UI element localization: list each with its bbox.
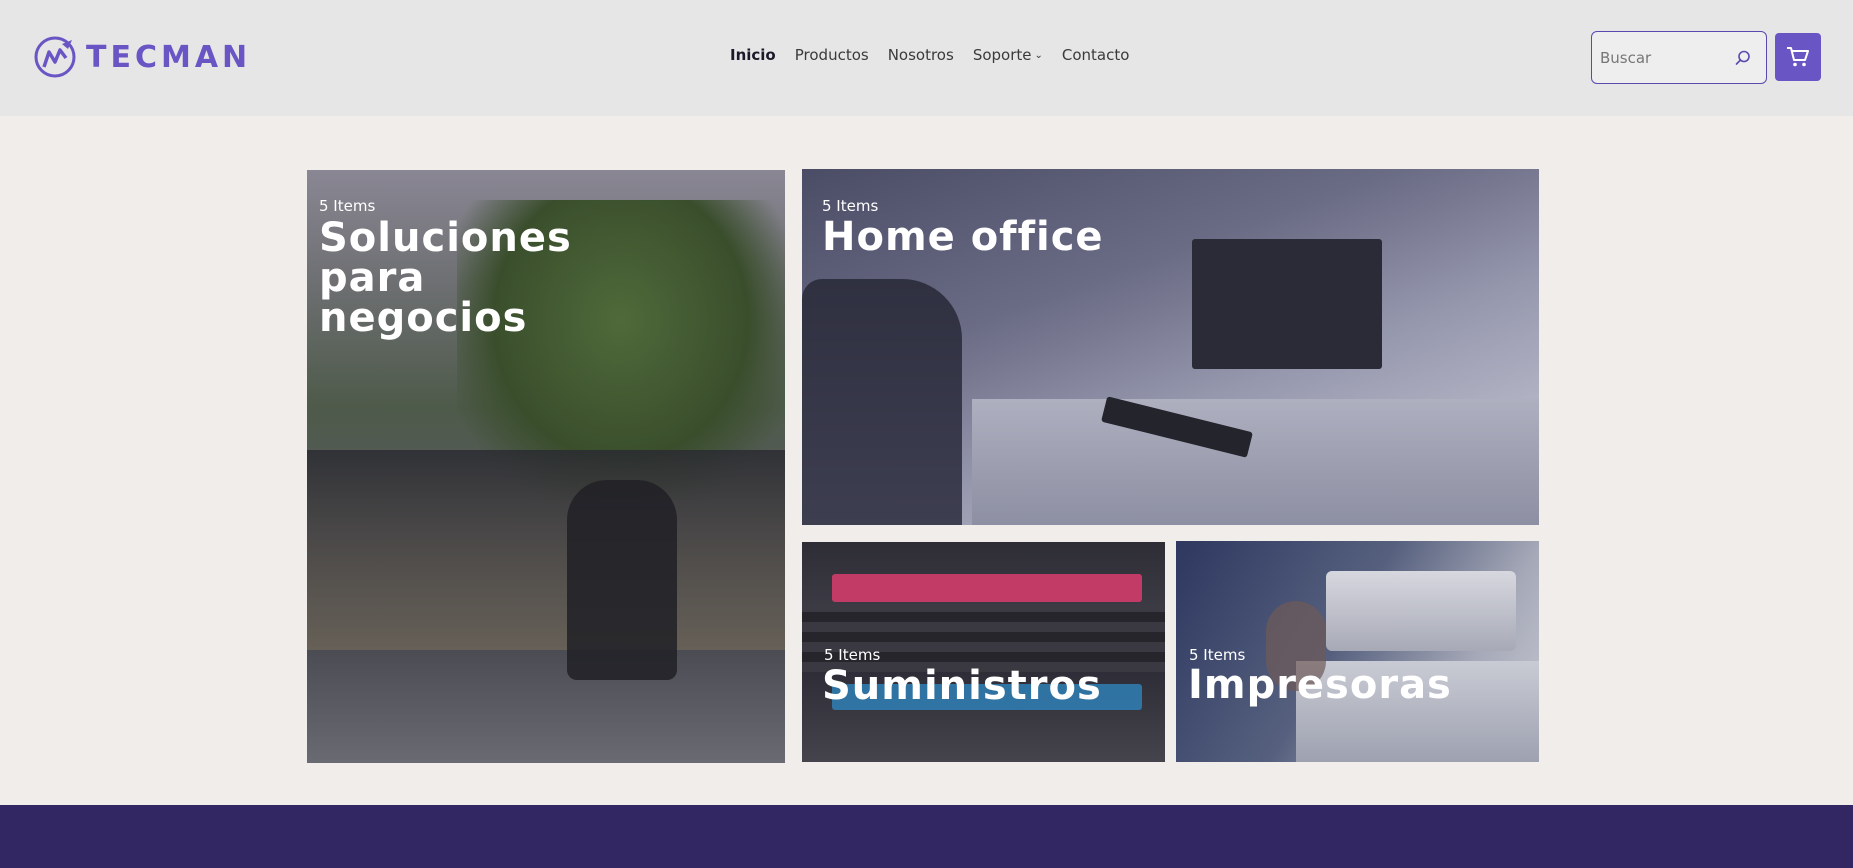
- nav-item-nosotros[interactable]: Nosotros: [888, 46, 954, 64]
- logo-icon: [34, 36, 76, 78]
- desk-image: [972, 399, 1539, 525]
- search-input[interactable]: [1600, 48, 1720, 67]
- category-tile-impresoras[interactable]: 5 Items Impresoras: [1176, 541, 1539, 762]
- brand-name: TECMAN: [86, 39, 252, 75]
- category-tile-suministros[interactable]: 5 Items Suministros: [802, 542, 1165, 762]
- tile-title: Soluciones para negocios: [319, 218, 572, 338]
- tile-title: Home office: [822, 214, 1104, 260]
- tile-title: Suministros: [822, 663, 1102, 709]
- nav-item-soporte-label: Soporte: [972, 46, 1032, 64]
- nav-item-productos[interactable]: Productos: [795, 46, 869, 64]
- site-header: TECMAN Inicio Productos Nosotros Soporte…: [0, 0, 1853, 116]
- nav-item-contacto[interactable]: Contacto: [1062, 46, 1130, 64]
- tile-title-line: para: [319, 255, 426, 301]
- tile-title-line: negocios: [319, 295, 528, 341]
- office-desk-image: [307, 450, 785, 650]
- category-tile-home-office[interactable]: 5 Items Home office: [802, 169, 1539, 525]
- brand-logo[interactable]: TECMAN: [32, 34, 251, 80]
- tile-item-count: 5 Items: [822, 197, 879, 215]
- search-icon[interactable]: [1734, 49, 1752, 67]
- nav-item-inicio[interactable]: Inicio: [730, 46, 776, 64]
- monitor-image: [1192, 239, 1382, 369]
- printer-image: [1326, 571, 1516, 651]
- cart-button[interactable]: [1775, 33, 1821, 81]
- category-tile-soluciones[interactable]: 5 Items Soluciones para negocios: [307, 170, 785, 763]
- main-nav: Inicio Productos Nosotros Soporte ⌄ Cont…: [730, 46, 1129, 64]
- chair-image: [802, 279, 962, 525]
- search-box: [1591, 31, 1767, 84]
- tile-item-count: 5 Items: [824, 646, 881, 664]
- chevron-down-icon: ⌄: [1034, 49, 1043, 61]
- tile-item-count: 5 Items: [319, 197, 376, 215]
- office-chair-image: [567, 480, 677, 680]
- nav-item-soporte[interactable]: Soporte ⌄: [973, 46, 1043, 64]
- site-footer: [0, 805, 1853, 868]
- toner-cartridge-magenta-image: [832, 574, 1142, 602]
- cart-icon: [1787, 47, 1809, 67]
- tile-title: Impresoras: [1188, 662, 1452, 708]
- tile-title-line: Soluciones: [319, 215, 572, 261]
